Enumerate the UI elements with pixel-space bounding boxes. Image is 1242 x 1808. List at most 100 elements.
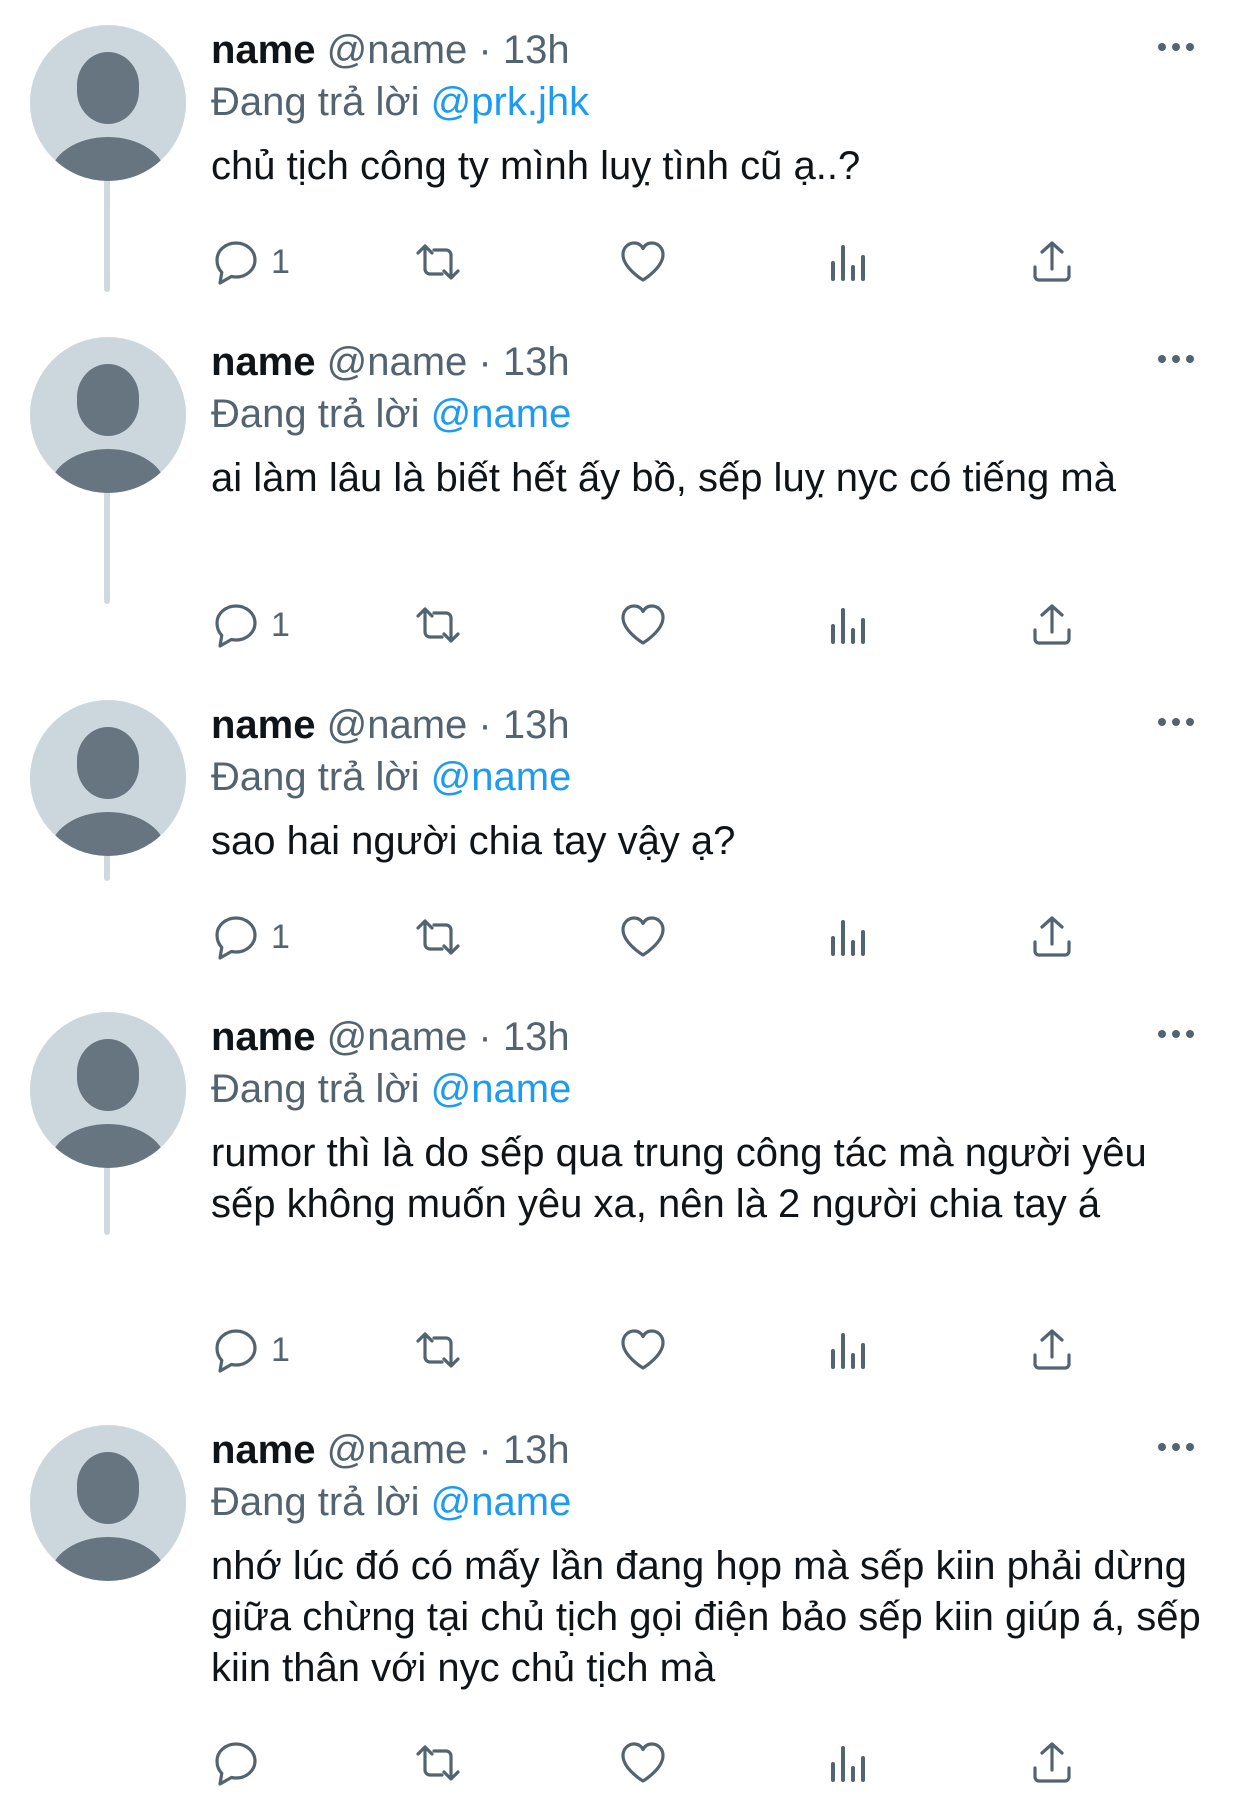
views-button[interactable] bbox=[823, 1325, 873, 1375]
more-options-icon[interactable] bbox=[1158, 1439, 1198, 1455]
retweet-button[interactable] bbox=[413, 237, 463, 287]
reply-button[interactable]: 1 bbox=[211, 600, 290, 650]
reply-count: 1 bbox=[271, 1331, 290, 1369]
views-button[interactable] bbox=[823, 237, 873, 287]
reply-icon bbox=[211, 237, 261, 287]
more-options-icon[interactable] bbox=[1158, 1026, 1198, 1042]
heart-icon bbox=[618, 1325, 668, 1375]
retweet-icon bbox=[413, 237, 463, 287]
separator: · bbox=[478, 1015, 492, 1059]
views-button[interactable] bbox=[823, 600, 873, 650]
replying-to-label: Đang trả lời bbox=[211, 392, 420, 436]
retweet-icon bbox=[413, 1738, 463, 1788]
views-button[interactable] bbox=[823, 912, 873, 962]
display-name[interactable]: name bbox=[211, 1015, 316, 1059]
avatar[interactable] bbox=[30, 337, 186, 493]
replying-to-label: Đang trả lời bbox=[211, 1067, 420, 1111]
tweet-text: ai làm lâu là biết hết ấy bồ, sếp luỵ ny… bbox=[211, 456, 1116, 500]
timestamp[interactable]: 13h bbox=[503, 28, 570, 72]
timestamp[interactable]: 13h bbox=[503, 703, 570, 747]
username[interactable]: @name bbox=[327, 28, 468, 72]
retweet-button[interactable] bbox=[413, 912, 463, 962]
avatar[interactable] bbox=[30, 700, 186, 856]
replying-to-mention[interactable]: @name bbox=[431, 1067, 572, 1111]
share-button[interactable] bbox=[1027, 1325, 1077, 1375]
reply-icon bbox=[211, 1325, 261, 1375]
reply-icon bbox=[211, 912, 261, 962]
share-icon bbox=[1027, 1325, 1077, 1375]
replying-to-mention[interactable]: @name bbox=[431, 392, 572, 436]
more-options-icon[interactable] bbox=[1158, 714, 1198, 730]
replying-to-mention[interactable]: @prk.jhk bbox=[431, 80, 589, 124]
share-button[interactable] bbox=[1027, 237, 1077, 287]
bar-chart-icon bbox=[823, 1738, 873, 1788]
timestamp[interactable]: 13h bbox=[503, 1428, 570, 1472]
avatar[interactable] bbox=[30, 1012, 186, 1168]
tweet-action-bar: 1 bbox=[211, 1325, 1111, 1375]
avatar[interactable] bbox=[30, 25, 186, 181]
username[interactable]: @name bbox=[327, 1428, 468, 1472]
like-button[interactable] bbox=[618, 1738, 668, 1788]
tweet-text: sao hai người chia tay vậy ạ? bbox=[211, 819, 736, 863]
tweet-text: chủ tịch công ty mình luỵ tình cũ ạ..? bbox=[211, 144, 861, 188]
more-options-icon[interactable] bbox=[1158, 351, 1198, 367]
replying-to-label: Đang trả lời bbox=[211, 755, 420, 799]
reply-count: 1 bbox=[271, 918, 290, 956]
retweet-icon bbox=[413, 912, 463, 962]
like-button[interactable] bbox=[618, 1325, 668, 1375]
reply-button[interactable]: 1 bbox=[211, 1325, 290, 1375]
username[interactable]: @name bbox=[327, 340, 468, 384]
reply-thread: name @name · 13h Đang trả lời @prk.jhk c… bbox=[0, 0, 1242, 1808]
tweet-action-bar: 1 bbox=[211, 600, 1111, 650]
reply-icon bbox=[211, 600, 261, 650]
bar-chart-icon bbox=[823, 1325, 873, 1375]
like-button[interactable] bbox=[618, 237, 668, 287]
share-icon bbox=[1027, 237, 1077, 287]
tweet-text: rumor thì là do sếp qua trung công tác m… bbox=[211, 1131, 1147, 1226]
bar-chart-icon bbox=[823, 237, 873, 287]
retweet-icon bbox=[413, 1325, 463, 1375]
views-button[interactable] bbox=[823, 1738, 873, 1788]
username[interactable]: @name bbox=[327, 703, 468, 747]
like-button[interactable] bbox=[618, 912, 668, 962]
display-name[interactable]: name bbox=[211, 1428, 316, 1472]
display-name[interactable]: name bbox=[211, 340, 316, 384]
tweet-action-bar: 1 bbox=[211, 912, 1111, 962]
retweet-button[interactable] bbox=[413, 600, 463, 650]
tweet-text: nhớ lúc đó có mấy lần đang họp mà sếp ki… bbox=[211, 1544, 1201, 1690]
retweet-button[interactable] bbox=[413, 1738, 463, 1788]
tweet-action-bar bbox=[211, 1738, 1111, 1788]
separator: · bbox=[478, 703, 492, 747]
timestamp[interactable]: 13h bbox=[503, 1015, 570, 1059]
username[interactable]: @name bbox=[327, 1015, 468, 1059]
bar-chart-icon bbox=[823, 912, 873, 962]
thread-connector-line bbox=[104, 166, 110, 292]
heart-icon bbox=[618, 237, 668, 287]
heart-icon bbox=[618, 1738, 668, 1788]
replying-to-mention[interactable]: @name bbox=[431, 755, 572, 799]
tweet-action-bar: 1 bbox=[211, 237, 1111, 287]
like-button[interactable] bbox=[618, 600, 668, 650]
share-button[interactable] bbox=[1027, 912, 1077, 962]
retweet-icon bbox=[413, 600, 463, 650]
reply-button[interactable]: 1 bbox=[211, 237, 290, 287]
reply-button[interactable]: 1 bbox=[211, 912, 290, 962]
display-name[interactable]: name bbox=[211, 28, 316, 72]
separator: · bbox=[478, 28, 492, 72]
reply-count: 1 bbox=[271, 606, 290, 644]
replying-to-mention[interactable]: @name bbox=[431, 1480, 572, 1524]
share-button[interactable] bbox=[1027, 600, 1077, 650]
thread-connector-line bbox=[104, 478, 110, 604]
more-options-icon[interactable] bbox=[1158, 39, 1198, 55]
timestamp[interactable]: 13h bbox=[503, 340, 570, 384]
reply-count: 1 bbox=[271, 243, 290, 281]
replying-to-label: Đang trả lời bbox=[211, 1480, 420, 1524]
heart-icon bbox=[618, 912, 668, 962]
bar-chart-icon bbox=[823, 600, 873, 650]
share-button[interactable] bbox=[1027, 1738, 1077, 1788]
display-name[interactable]: name bbox=[211, 703, 316, 747]
reply-button[interactable] bbox=[211, 1738, 261, 1788]
retweet-button[interactable] bbox=[413, 1325, 463, 1375]
separator: · bbox=[478, 340, 492, 384]
avatar[interactable] bbox=[30, 1425, 186, 1581]
